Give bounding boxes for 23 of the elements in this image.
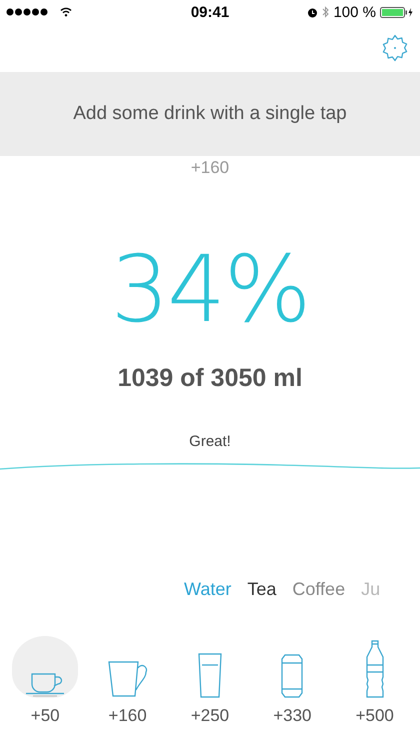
portion-button[interactable]: +330 (256, 630, 328, 734)
bottle-icon (364, 640, 386, 698)
glass-icon (196, 653, 223, 698)
last-added: +160 (190, 158, 230, 178)
mug-icon (106, 660, 149, 698)
settings-icon[interactable] (380, 33, 410, 63)
hint-text: Add some drink with a single tap (73, 103, 347, 125)
drink-tab[interactable]: Tea (247, 579, 276, 600)
status-message: Great! (189, 433, 231, 450)
battery-percent: 100 % (333, 4, 376, 20)
portion-button[interactable]: +500 (338, 630, 411, 734)
portion-button[interactable]: +160 (92, 630, 164, 734)
cup-icon (25, 672, 66, 698)
drink-tab[interactable]: Coffee (292, 579, 346, 600)
portion-button[interactable]: +250 (174, 630, 246, 734)
percent-value: 34% (110, 244, 310, 336)
battery-icon (380, 6, 414, 18)
can-icon (280, 654, 304, 698)
wifi-icon (60, 7, 72, 17)
bluetooth-icon (322, 6, 330, 18)
status-time: 09:41 (190, 4, 230, 20)
alarm-icon (307, 6, 318, 18)
intake-amount: 1039 of 3050 ml (118, 364, 302, 393)
